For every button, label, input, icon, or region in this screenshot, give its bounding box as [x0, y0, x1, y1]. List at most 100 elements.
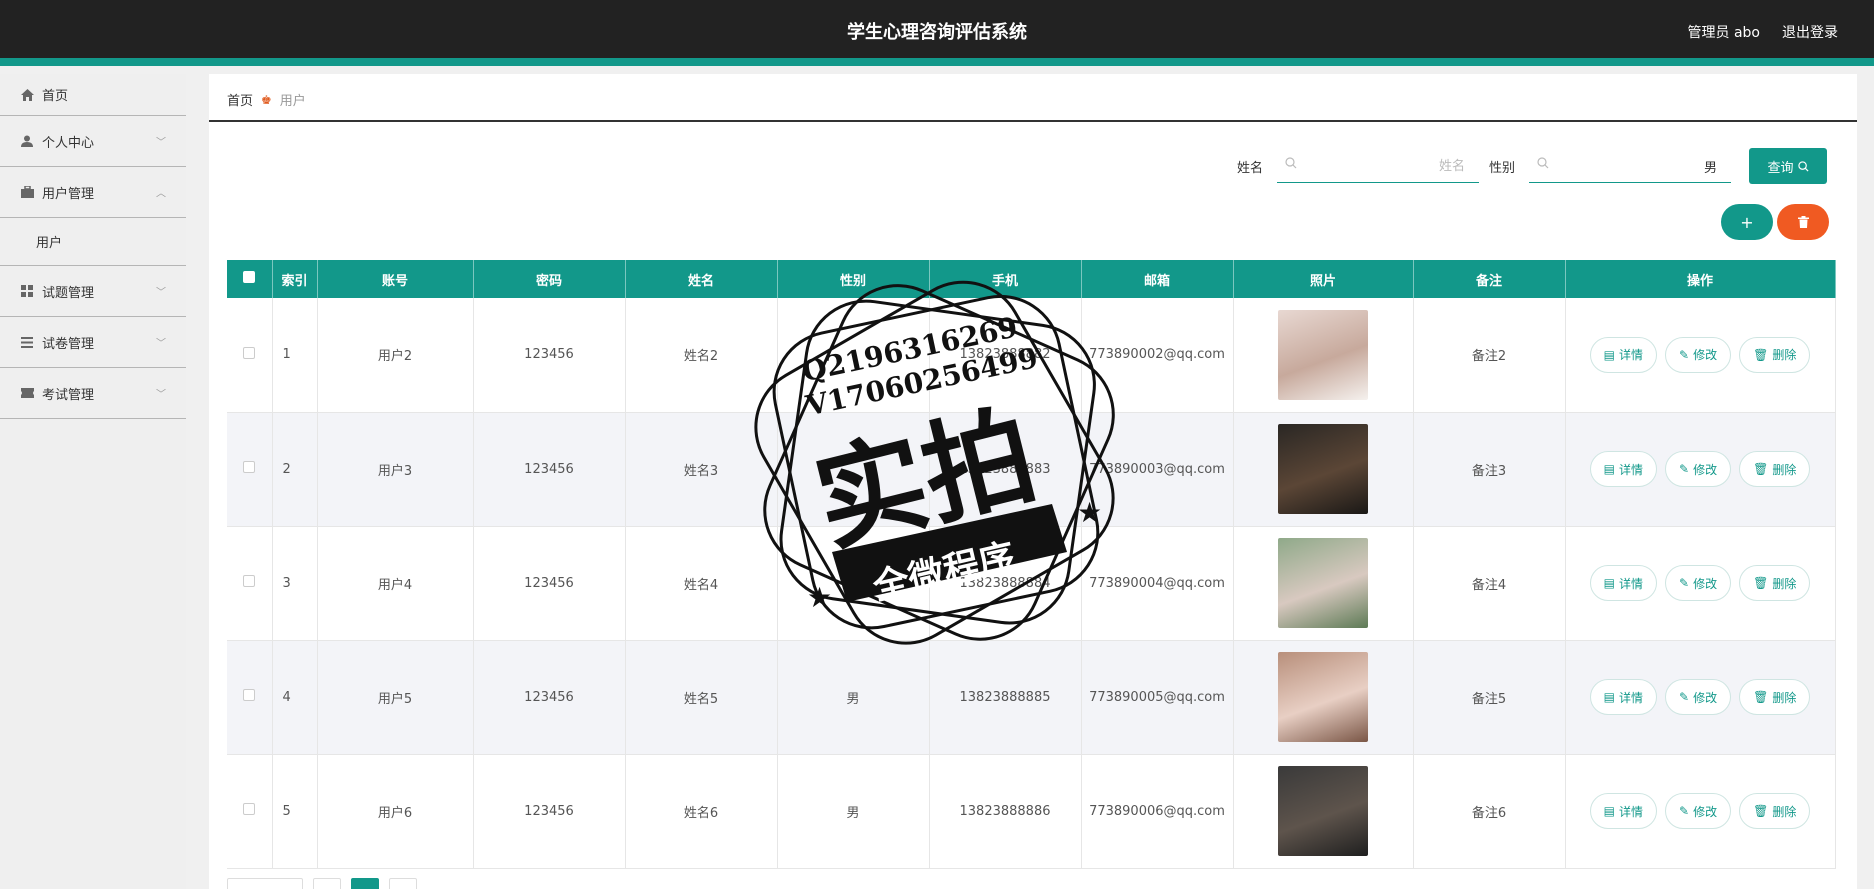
column-header: 密码	[473, 260, 626, 298]
name-cell: 姓名4	[625, 526, 778, 641]
pencil-icon: ✎	[1679, 347, 1690, 362]
admin-user-label[interactable]: 管理员 abo	[1688, 22, 1760, 42]
delete-button[interactable]: 🗑 删除	[1739, 565, 1811, 601]
search-bar: 姓名 性别 查询	[1237, 148, 1827, 184]
sidebar-item-label: 首页	[42, 89, 69, 104]
row-checkbox[interactable]	[243, 575, 256, 587]
account-cell: 用户6	[317, 754, 474, 869]
row-select-cell	[227, 412, 273, 527]
chevron-down-icon: ﹀	[156, 338, 166, 350]
sidebar-item-exam-management[interactable]: 考试管理 ﹀	[0, 368, 186, 419]
detail-button[interactable]: ▤ 详情	[1589, 793, 1658, 829]
next-page-button[interactable]	[389, 878, 417, 889]
detail-button[interactable]: ▤ 详情	[1589, 565, 1658, 601]
search-icon	[1285, 157, 1297, 169]
search-icon	[1537, 157, 1549, 169]
sidebar-item-user-management[interactable]: 用户管理 ︿	[0, 167, 186, 218]
main-content: 首页 ♚ 用户 姓名 性别 查询 + 索引 账号	[209, 74, 1857, 889]
column-header: 姓名	[625, 260, 778, 298]
home-icon	[20, 88, 34, 102]
password-cell: 123456	[473, 754, 626, 869]
trash-icon: 🗑	[1753, 462, 1769, 476]
breadcrumb-home[interactable]: 首页	[227, 90, 253, 109]
column-header: 邮箱	[1081, 260, 1234, 298]
name-search-label: 姓名	[1236, 160, 1263, 176]
prev-page-button[interactable]	[313, 878, 341, 889]
name-cell: 姓名2	[625, 298, 778, 413]
document-icon: ▤	[1603, 690, 1615, 704]
edit-button[interactable]: ✎ 修改	[1665, 451, 1732, 487]
edit-label: 修改	[1693, 576, 1718, 591]
logout-link[interactable]: 退出登录	[1782, 22, 1838, 42]
pencil-icon: ✎	[1679, 690, 1690, 704]
name-cell: 姓名6	[625, 754, 778, 869]
ticket-icon	[20, 386, 34, 400]
trash-icon: 🗑	[1753, 347, 1769, 362]
user-photo	[1278, 538, 1368, 628]
gender-cell	[777, 298, 930, 413]
users-table: 索引 账号 密码 姓名 性别 手机 邮箱 照片 备注 操作 1 用户2 123456…	[227, 260, 1836, 869]
select-all-checkbox[interactable]	[243, 271, 256, 283]
search-icon	[1797, 160, 1809, 172]
add-button[interactable]: +	[1721, 204, 1773, 240]
query-button[interactable]: 查询	[1749, 148, 1827, 184]
name-search-input[interactable]	[1306, 155, 1465, 177]
detail-button[interactable]: ▤ 详情	[1589, 336, 1658, 373]
sidebar-item-paper-management[interactable]: 试卷管理 ﹀	[0, 317, 186, 368]
row-checkbox[interactable]	[243, 689, 256, 701]
sidebar-item-profile[interactable]: 个人中心 ﹀	[0, 116, 186, 167]
batch-delete-button[interactable]	[1777, 204, 1829, 240]
phone-cell: 13823888883	[929, 412, 1082, 527]
page-button[interactable]	[351, 878, 379, 889]
sidebar-subitem-users[interactable]: 用户	[0, 218, 186, 266]
actions-cell: ▤ 详情 ✎ 修改 🗑 删除	[1565, 640, 1836, 755]
plus-icon: +	[1740, 212, 1754, 232]
account-cell: 用户4	[317, 526, 474, 641]
pencil-icon: ✎	[1679, 804, 1690, 818]
row-checkbox[interactable]	[243, 803, 256, 815]
phone-cell: 13823888885	[929, 640, 1082, 755]
row-checkbox[interactable]	[243, 461, 256, 473]
sidebar-item-label: 用户管理	[42, 186, 95, 202]
edit-button[interactable]: ✎ 修改	[1665, 565, 1732, 601]
delete-button[interactable]: 🗑 删除	[1739, 336, 1811, 373]
delete-label: 删除	[1772, 348, 1797, 363]
delete-button[interactable]: 🗑 删除	[1739, 793, 1811, 829]
edit-button[interactable]: ✎ 修改	[1665, 336, 1732, 373]
password-cell: 123456	[473, 526, 626, 641]
email-cell: 773890006@qq.com	[1081, 754, 1234, 869]
edit-button[interactable]: ✎ 修改	[1665, 793, 1732, 829]
trash-icon: 🗑	[1753, 804, 1769, 818]
photo-cell	[1233, 412, 1414, 527]
account-cell: 用户5	[317, 640, 474, 755]
detail-button[interactable]: ▤ 详情	[1589, 451, 1658, 487]
chevron-down-icon: ﹀	[156, 389, 166, 401]
edit-button[interactable]: ✎ 修改	[1665, 679, 1732, 715]
table-row: 2 用户3 123456 姓名3 13823888883 773890003@qq.com…	[227, 412, 1836, 527]
delete-button[interactable]: 🗑 删除	[1739, 679, 1811, 715]
note-cell: 备注5	[1413, 640, 1566, 755]
delete-button[interactable]: 🗑 删除	[1739, 451, 1811, 487]
index-cell: 1	[272, 298, 318, 413]
table-row: 5 用户6 123456 姓名6 男 13823888886 773890006@qq.co…	[227, 754, 1836, 869]
phone-cell: 13823888886	[929, 754, 1082, 869]
photo-cell	[1233, 754, 1414, 869]
edit-label: 修改	[1693, 690, 1718, 705]
trash-icon: 🗑	[1753, 690, 1769, 704]
phone-cell: 13823888882	[929, 298, 1082, 413]
index-cell: 5	[272, 754, 318, 869]
sidebar-item-home[interactable]: 首页	[0, 74, 186, 116]
edit-label: 修改	[1693, 348, 1718, 363]
gender-search-input[interactable]	[1559, 155, 1717, 177]
sidebar: 首页 个人中心 ﹀ 用户管理 ︿ 用户 试题管理 ﹀ 试卷管理 ﹀ 考试管理 ﹀	[0, 74, 186, 889]
row-checkbox[interactable]	[243, 346, 256, 359]
row-select-cell	[227, 754, 273, 869]
detail-label: 详情	[1619, 804, 1644, 819]
edit-label: 修改	[1693, 462, 1718, 477]
column-header: 备注	[1413, 260, 1566, 298]
note-cell: 备注3	[1413, 412, 1566, 527]
page-size-select[interactable]	[227, 878, 303, 889]
sidebar-item-question-management[interactable]: 试题管理 ﹀	[0, 266, 186, 317]
detail-button[interactable]: ▤ 详情	[1589, 679, 1658, 715]
note-cell: 备注4	[1413, 526, 1566, 641]
